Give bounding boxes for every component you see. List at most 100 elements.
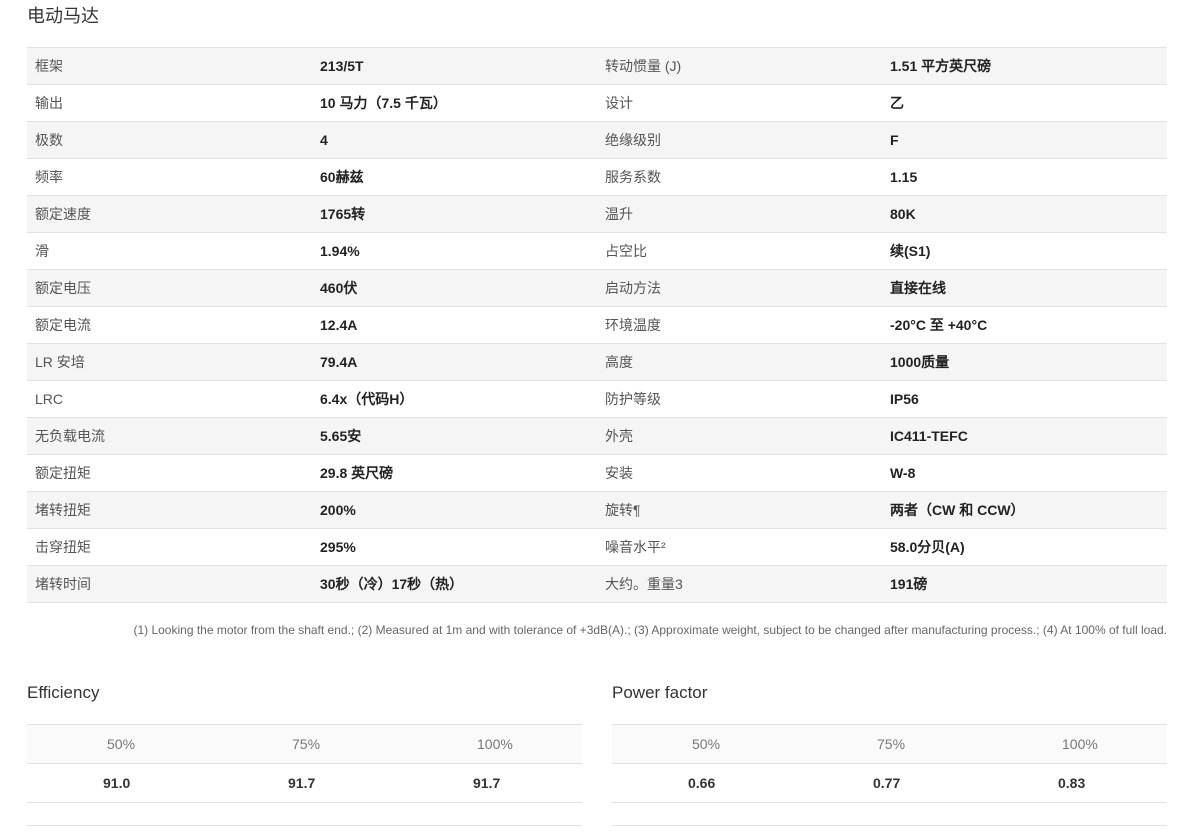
spec-value: 30秒（冷）17秒（热） (312, 565, 597, 603)
spec-value: 1.94% (312, 232, 597, 270)
footnote: (1) Looking the motor from the shaft end… (133, 623, 1167, 637)
spec-row: 堵转时间 30秒（冷）17秒（热） 大约。重量3 191磅 (27, 565, 1167, 603)
spec-value: 6.4x（代码H） (312, 380, 597, 418)
spec-value: 4 (312, 121, 597, 159)
spec-label: 额定电流 (27, 306, 312, 344)
spec-value: 60赫兹 (312, 158, 597, 196)
spec-value: 79.4A (312, 343, 597, 381)
spec-row: 输出 10 马力（7.5 千瓦） 设计乙 (27, 84, 1167, 122)
spec-label: 击穿扭矩 (27, 528, 312, 566)
spec-value: F (882, 121, 1167, 159)
spec-value: 10 马力（7.5 千瓦） (312, 84, 597, 122)
power-factor-section: Power factor 50% 75% 100% 0.66 0.77 0.83 (612, 682, 1167, 826)
efficiency-value: 91.0 (27, 763, 212, 803)
page-title: 电动马达 (27, 6, 99, 26)
spec-row: 滑 1.94% 占空比 续(S1) (27, 232, 1167, 270)
power-factor-title: Power factor (612, 683, 708, 702)
power-factor-spacer-row (612, 802, 1167, 826)
spec-value: 295% (312, 528, 597, 566)
power-factor-header: 100% (982, 724, 1167, 764)
spec-row: 额定扭矩 29.8 英尺磅 安装 W-8 (27, 454, 1167, 492)
spec-value: IP56 (882, 380, 1167, 418)
efficiency-title: Efficiency (27, 683, 100, 702)
power-factor-header: 75% (797, 724, 982, 764)
spec-label: 频率 (27, 158, 312, 196)
spec-label: 转动惯量 (J) (597, 47, 882, 85)
efficiency-header: 100% (397, 724, 582, 764)
spec-row: 极数 4 绝缘级别 F (27, 121, 1167, 159)
spec-label: 无负载电流 (27, 417, 312, 455)
spec-row: 击穿扭矩 295% 噪音水平² 58.0分贝(A) (27, 528, 1167, 566)
spec-row: 堵转扭矩 200% 旋转¶ 两者（CW 和 CCW） (27, 491, 1167, 529)
spec-table: 框架 213/5T 转动惯量 (J) 1.51 平方英尺磅 输出 10 马力（7.5 千瓦… (27, 47, 1167, 603)
spec-label: LR 安培 (27, 343, 312, 381)
page: 电动马达 框架 213/5T 转动惯量 (J) 1.51 平方英尺磅 输出 10 马力（7… (0, 0, 1183, 836)
spec-row: 额定电压 460伏 启动方法 直接在线 (27, 269, 1167, 307)
efficiency-header: 75% (212, 724, 397, 764)
spec-row: LR 安培 79.4A 高度 1000质量 (27, 343, 1167, 381)
spec-value: 5.65安 (312, 417, 597, 455)
power-factor-table: 50% 75% 100% 0.66 0.77 0.83 (612, 724, 1167, 826)
efficiency-section: Efficiency 50% 75% 100% 91.0 91.7 91.7 (27, 682, 582, 826)
power-factor-value: 0.77 (797, 763, 982, 803)
spec-value: 两者（CW 和 CCW） (882, 491, 1167, 529)
spec-value: 200% (312, 491, 597, 529)
spec-label: 噪音水平² (597, 528, 882, 566)
spec-row: LRC 6.4x（代码H） 防护等级 IP56 (27, 380, 1167, 418)
spec-row: 额定速度 1765转 温升 80K (27, 195, 1167, 233)
spec-value: 80K (882, 195, 1167, 233)
efficiency-value: 91.7 (397, 763, 582, 803)
spec-label: 占空比 (597, 232, 882, 270)
efficiency-value-row: 91.0 91.7 91.7 (27, 763, 582, 803)
spec-value: 1.51 平方英尺磅 (882, 47, 1167, 85)
spec-label: 环境温度 (597, 306, 882, 344)
spec-value: 1.15 (882, 158, 1167, 196)
power-factor-header-row: 50% 75% 100% (612, 724, 1167, 764)
spec-row: 额定电流 12.4A 环境温度 -20°C 至 +40°C (27, 306, 1167, 344)
spec-value: 460伏 (312, 269, 597, 307)
spec-value: 1000质量 (882, 343, 1167, 381)
spec-label: 设计 (597, 84, 882, 122)
spec-row: 无负载电流 5.65安 外壳 IC411-TEFC (27, 417, 1167, 455)
spec-label: 安装 (597, 454, 882, 492)
spec-label: 极数 (27, 121, 312, 159)
power-factor-value: 0.83 (982, 763, 1167, 803)
spec-label: 启动方法 (597, 269, 882, 307)
power-factor-value-row: 0.66 0.77 0.83 (612, 763, 1167, 803)
spec-value: 213/5T (312, 47, 597, 85)
spec-label: 框架 (27, 47, 312, 85)
spec-value: 12.4A (312, 306, 597, 344)
efficiency-header-row: 50% 75% 100% (27, 724, 582, 764)
spec-label: 堵转时间 (27, 565, 312, 603)
efficiency-spacer-row (27, 802, 582, 826)
spec-value: -20°C 至 +40°C (882, 306, 1167, 344)
spec-label: 旋转¶ (597, 491, 882, 529)
spec-label: 外壳 (597, 417, 882, 455)
spec-label: 堵转扭矩 (27, 491, 312, 529)
spec-label: 额定电压 (27, 269, 312, 307)
spec-label: 大约。重量3 (597, 565, 882, 603)
spec-label: 滑 (27, 232, 312, 270)
spec-value: IC411-TEFC (882, 417, 1167, 455)
spec-value: 191磅 (882, 565, 1167, 603)
spec-row: 频率 60赫兹 服务系数 1.15 (27, 158, 1167, 196)
spec-value: 乙 (882, 84, 1167, 122)
spec-value: 直接在线 (882, 269, 1167, 307)
spec-label: 温升 (597, 195, 882, 233)
efficiency-value: 91.7 (212, 763, 397, 803)
spec-label: 额定速度 (27, 195, 312, 233)
spec-value: 58.0分贝(A) (882, 528, 1167, 566)
spec-value: W-8 (882, 454, 1167, 492)
power-factor-value: 0.66 (612, 763, 797, 803)
spec-label: 绝缘级别 (597, 121, 882, 159)
spec-label: 服务系数 (597, 158, 882, 196)
efficiency-table: 50% 75% 100% 91.0 91.7 91.7 (27, 724, 582, 826)
efficiency-header: 50% (27, 724, 212, 764)
spec-value: 29.8 英尺磅 (312, 454, 597, 492)
spec-label: 防护等级 (597, 380, 882, 418)
spec-value: 1765转 (312, 195, 597, 233)
spec-label: 额定扭矩 (27, 454, 312, 492)
spec-label: LRC (27, 380, 312, 418)
spec-row: 框架 213/5T 转动惯量 (J) 1.51 平方英尺磅 (27, 47, 1167, 85)
spec-label: 高度 (597, 343, 882, 381)
